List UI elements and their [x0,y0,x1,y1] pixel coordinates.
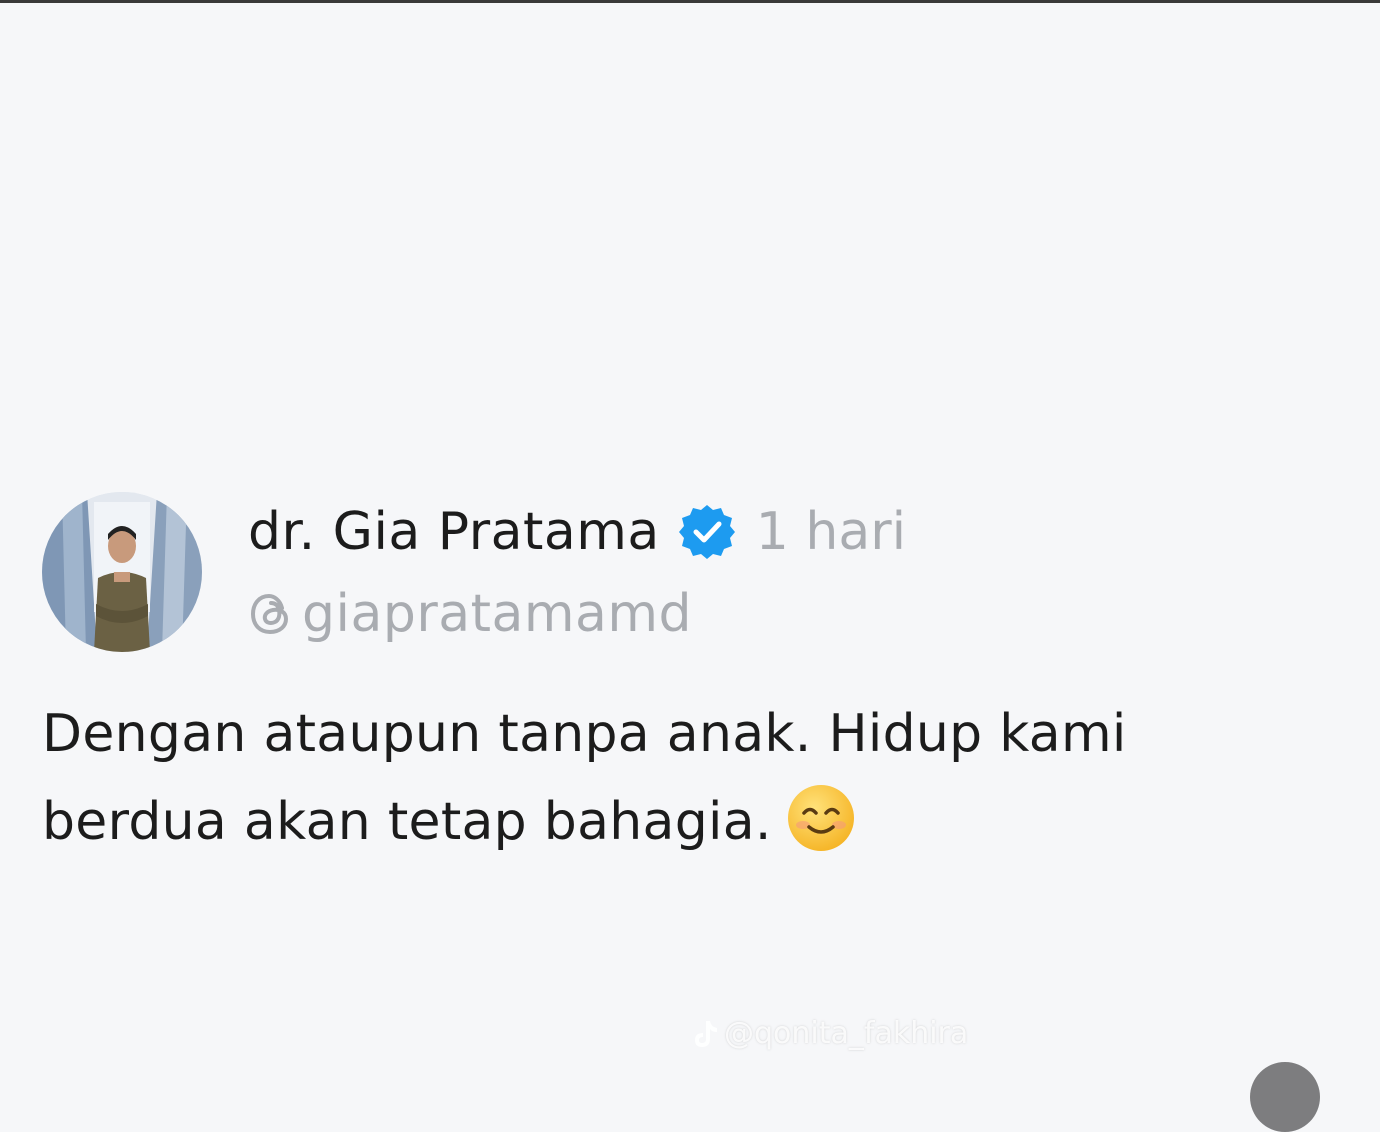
post-text-line-2: berdua akan tetap bahagia. [42,792,772,852]
post-time: 1 hari [755,502,907,562]
smiling-face-emoji-icon [786,783,856,853]
tiktok-watermark: @qonita_fakhira [692,1016,968,1051]
avatar[interactable] [42,492,202,652]
top-border [0,0,1380,3]
verified-badge-icon [678,503,736,561]
post-header: dr. Gia Pratama 1 hari giapratamamd [248,500,906,646]
floating-button[interactable] [1250,1062,1320,1132]
watermark-text: @qonita_fakhira [724,1016,969,1051]
threads-logo-icon [248,591,294,637]
author-handle[interactable]: giapratamamd [302,584,692,644]
post-content: Dengan ataupun tanpa anak. Hidup kami be… [42,690,1342,866]
author-name[interactable]: dr. Gia Pratama [248,502,660,562]
avatar-photo [42,492,202,652]
name-row: dr. Gia Pratama 1 hari [248,500,906,564]
tiktok-logo-icon [692,1019,718,1049]
handle-row: giapratamamd [248,582,906,646]
post-text-line-2-wrapper: berdua akan tetap bahagia. [42,778,1342,866]
post-text-line-1: Dengan ataupun tanpa anak. Hidup kami [42,704,1127,764]
